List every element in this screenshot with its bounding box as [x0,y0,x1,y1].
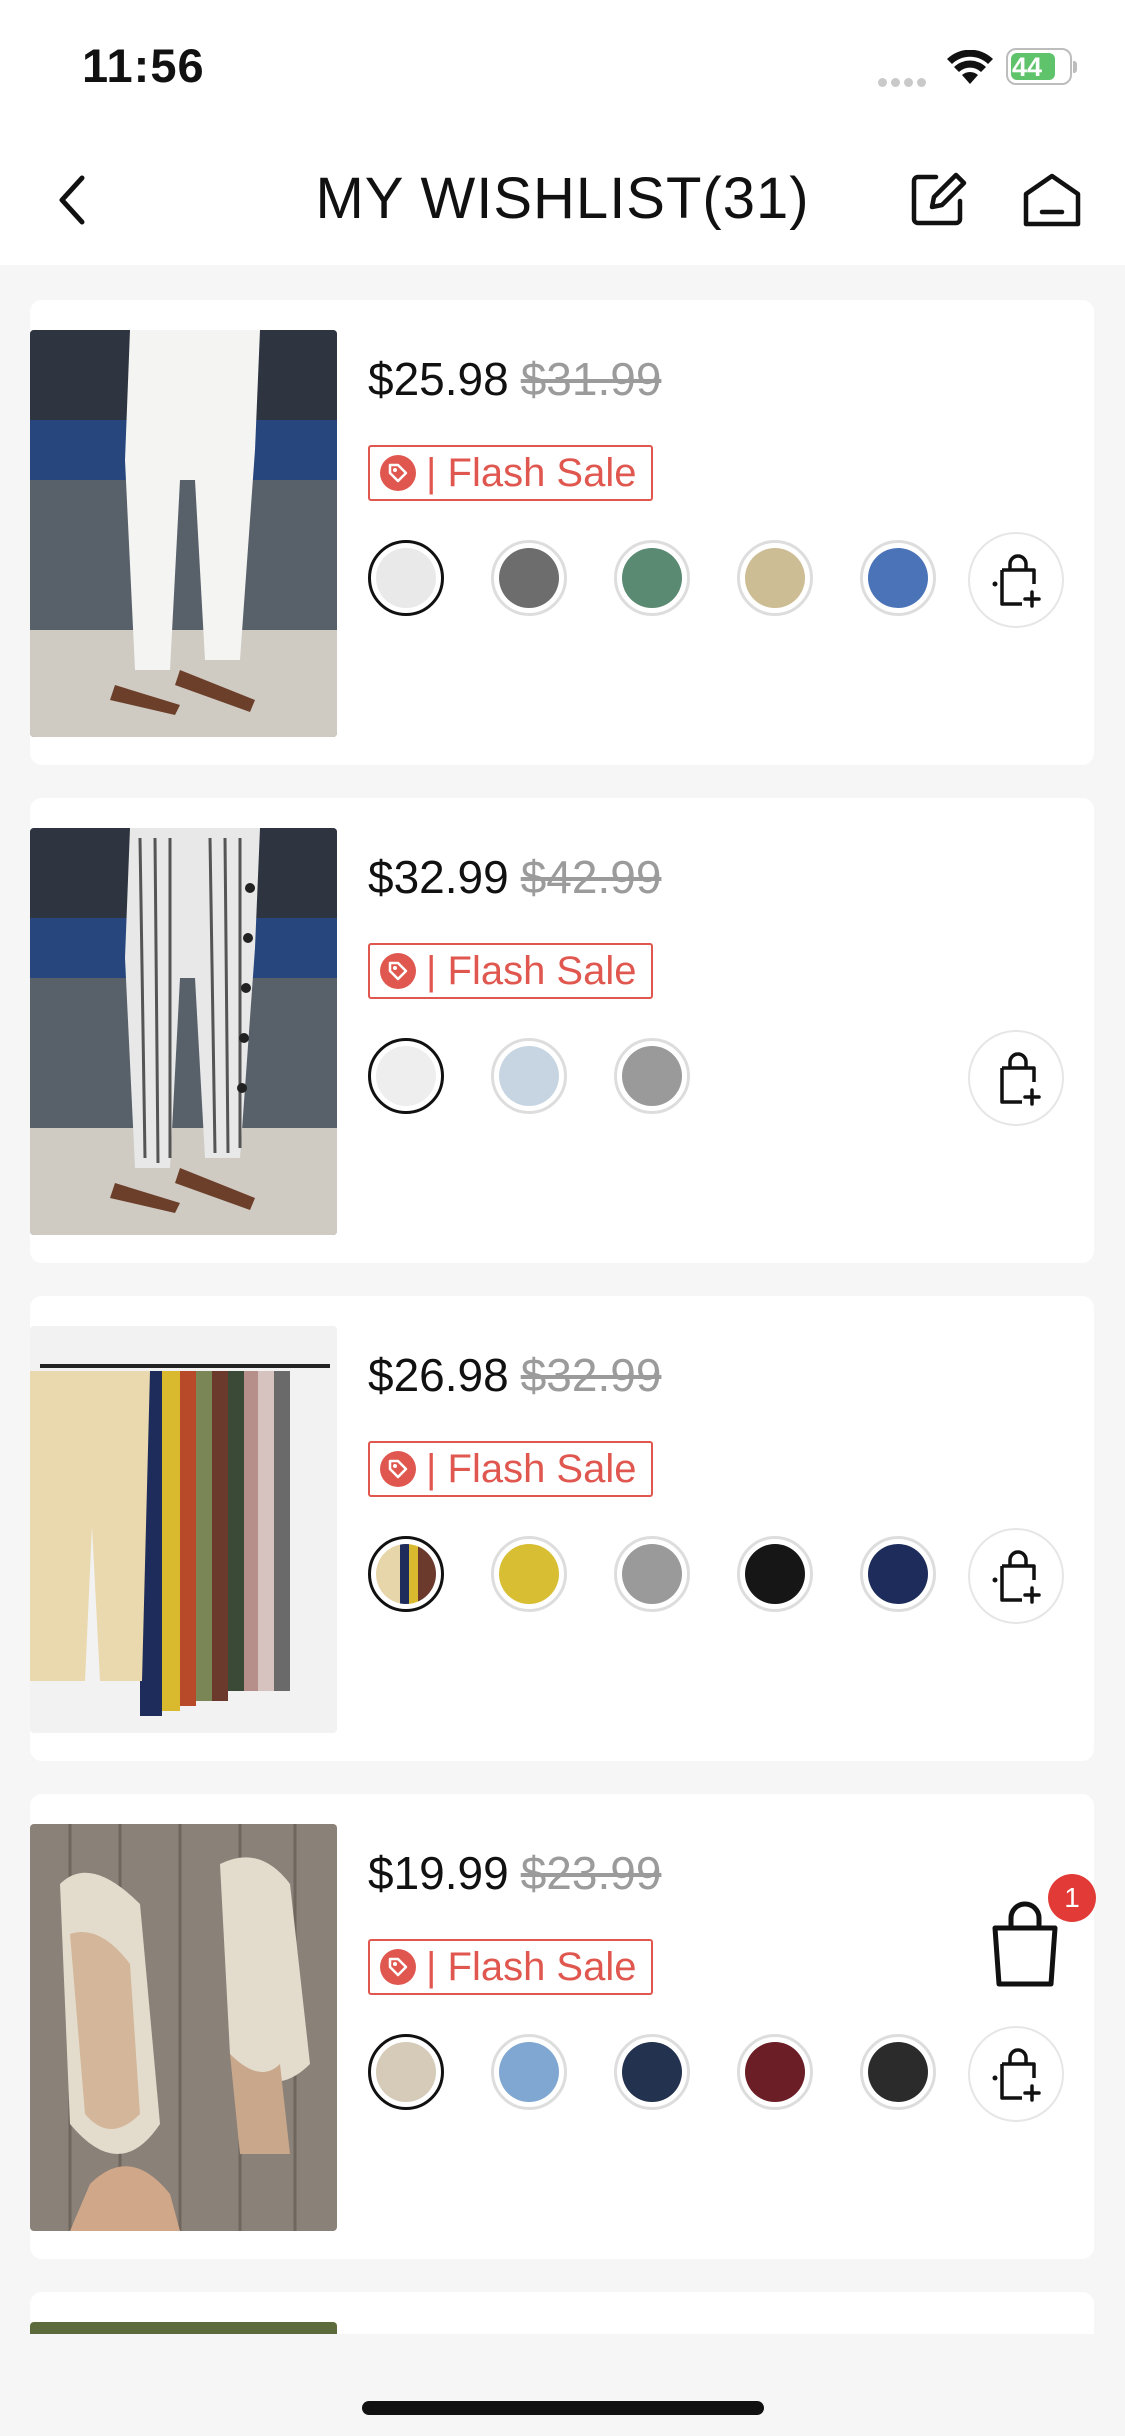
product-image[interactable] [30,330,337,737]
flash-sale-label: | Flash Sale [426,1446,637,1491]
color-swatch[interactable] [368,540,444,616]
color-swatch[interactable] [368,2034,444,2110]
bag-add-icon [992,1550,1041,1604]
flash-sale-badge: | Flash Sale [368,1441,653,1497]
current-price: $19.99 [368,1847,509,1899]
battery-icon: 44 [1006,48,1077,85]
price-row: $19.99 $23.99 [368,1846,661,1900]
status-time: 11:56 [82,39,205,92]
current-price: $26.98 [368,1349,509,1401]
current-price: $32.99 [368,851,509,903]
color-swatch[interactable] [368,1038,444,1114]
color-swatch[interactable] [737,540,813,616]
price-row: $25.98 $31.99 [368,352,661,406]
color-swatch[interactable] [491,1536,567,1612]
edit-icon[interactable] [906,167,970,231]
color-swatch[interactable] [614,2034,690,2110]
bag-add-icon [992,554,1041,608]
original-price: $31.99 [520,353,662,405]
bag-add-icon [1000,1052,1041,1106]
cart-count-badge: 1 [1048,1874,1096,1922]
home-indicator[interactable] [362,2401,764,2415]
add-to-bag-button[interactable] [968,1030,1064,1126]
battery-level: 44 [1012,52,1043,82]
color-swatch[interactable] [614,1536,690,1612]
flash-sale-label: | Flash Sale [426,450,637,495]
original-price: $32.99 [520,1349,662,1401]
home-indicator-area [0,2334,1125,2436]
color-swatch[interactable] [737,2034,813,2110]
product-image[interactable] [30,1824,337,2231]
tag-icon [380,455,416,491]
flash-sale-label: | Flash Sale [426,1944,637,1989]
color-swatch[interactable] [491,2034,567,2110]
add-to-bag-button[interactable] [968,532,1064,628]
color-swatch[interactable] [860,1536,936,1612]
flash-sale-label: | Flash Sale [426,948,637,993]
color-swatch[interactable] [860,2034,936,2110]
color-swatch[interactable] [614,540,690,616]
price-row: $26.98 $32.99 [368,1348,661,1402]
add-to-bag-button[interactable] [968,2026,1064,2122]
wishlist-item[interactable]: $19.99 $23.99 | Flash Sale [30,1794,1094,2259]
original-price: $42.99 [520,851,662,903]
tag-icon [380,1451,416,1487]
flash-sale-badge: | Flash Sale [368,1939,653,1995]
color-swatch[interactable] [860,540,936,616]
tag-icon [380,1949,416,1985]
nav-bar: MY WISHLIST(31) [0,135,1125,265]
add-to-bag-button[interactable] [968,1528,1064,1624]
price-row: $32.99 $42.99 [368,850,661,904]
original-price: $23.99 [520,1847,662,1899]
status-bar: 11:56 44 [0,0,1125,135]
wishlist-item[interactable]: $32.99 $42.99 | Flash Sale [30,798,1094,1263]
wishlist-item[interactable]: $26.98 $32.99 | Flash Sale [30,1296,1094,1761]
product-image[interactable] [30,828,337,1235]
flash-sale-badge: | Flash Sale [368,943,653,999]
signal-icon [878,74,934,87]
flash-sale-badge: | Flash Sale [368,445,653,501]
color-swatch[interactable] [737,1536,813,1612]
color-swatch[interactable] [491,1038,567,1114]
product-image[interactable] [30,1326,337,1733]
tag-icon [380,953,416,989]
home-icon[interactable] [1020,168,1084,232]
color-swatch[interactable] [368,1536,444,1612]
bag-add-icon [992,2048,1041,2102]
wifi-icon [947,50,993,84]
current-price: $25.98 [368,353,509,405]
color-swatch[interactable] [491,540,567,616]
color-swatch[interactable] [614,1038,690,1114]
wishlist-item[interactable]: $25.98 $31.99 | Flash Sale [30,300,1094,765]
